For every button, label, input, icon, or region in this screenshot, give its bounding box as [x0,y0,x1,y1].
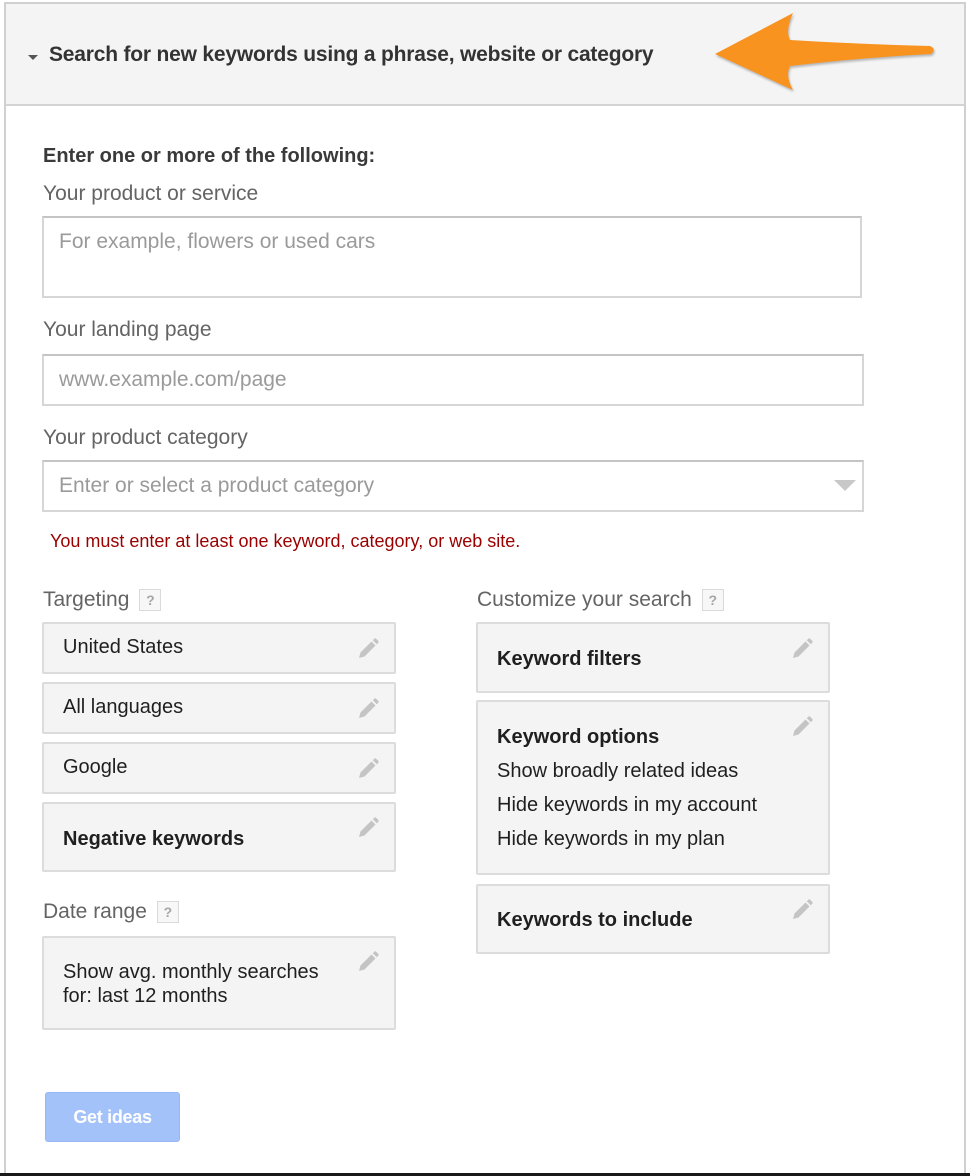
triangle-down-icon[interactable] [28,55,38,60]
keyword-options-content: Keyword options Show broadly related ide… [497,720,757,856]
keyword-option: Hide keywords in my account [497,794,758,816]
landing-page-input[interactable] [42,354,864,406]
pencil-icon[interactable] [790,715,814,739]
date-range-text: Show avg. monthly searches for: last 12 … [63,960,319,1008]
keyword-options-title: Keyword options [497,726,660,748]
negative-keywords[interactable]: Negative keywords [42,802,396,872]
get-ideas-button[interactable]: Get ideas [45,1092,180,1142]
product-category-select[interactable] [42,460,864,512]
targeting-label: Targeting [43,588,130,611]
keyword-option: Show broadly related ideas [497,760,739,782]
targeting-location[interactable]: United States [42,622,396,674]
date-range-heading: Date range? [43,900,179,924]
product-category-label: Your product category [43,426,248,449]
landing-page-label: Your landing page [43,318,212,341]
keyword-option: Hide keywords in my plan [497,828,725,850]
product-category-input[interactable] [42,460,864,512]
targeting-network[interactable]: Google [42,742,396,794]
pencil-icon[interactable] [356,697,380,721]
date-range-card[interactable]: Show avg. monthly searches for: last 12 … [42,936,396,1030]
keyword-filters-label: Keyword filters [497,648,642,670]
customize-label: Customize your search [477,588,692,611]
pencil-icon[interactable] [356,950,380,974]
date-range-line-2: for: last 12 months [63,985,228,1007]
product-service-label: Your product or service [43,182,259,205]
help-icon[interactable]: ? [139,589,162,611]
date-range-line-1: Show avg. monthly searches [63,961,319,983]
date-range-label: Date range [43,900,147,923]
keyword-options[interactable]: Keyword options Show broadly related ide… [476,700,830,875]
form-intro: Enter one or more of the following: [43,145,376,167]
targeting-network-label: Google [63,756,128,778]
customize-heading: Customize your search? [477,588,724,612]
negative-keywords-label: Negative keywords [63,828,245,850]
validation-error: You must enter at least one keyword, cat… [50,531,521,551]
pencil-icon[interactable] [790,637,814,661]
dropdown-arrow-icon[interactable] [834,480,856,491]
product-service-input[interactable] [42,216,862,298]
help-icon[interactable]: ? [701,589,724,611]
targeting-language-label: All languages [63,696,184,718]
orange-arrow-icon [715,13,934,90]
help-icon[interactable]: ? [156,901,179,923]
orange-arrow-annotation [715,13,934,90]
pencil-icon[interactable] [356,757,380,781]
keywords-to-include-label: Keywords to include [497,909,693,931]
pencil-icon[interactable] [356,816,380,840]
panel-title[interactable]: Search for new keywords using a phrase, … [49,43,654,67]
keywords-to-include[interactable]: Keywords to include [476,884,830,954]
pencil-icon[interactable] [790,898,814,922]
targeting-language[interactable]: All languages [42,682,396,734]
targeting-location-label: United States [63,636,184,658]
targeting-heading: Targeting? [43,588,162,612]
keyword-filters[interactable]: Keyword filters [476,622,830,693]
pencil-icon[interactable] [356,637,380,661]
